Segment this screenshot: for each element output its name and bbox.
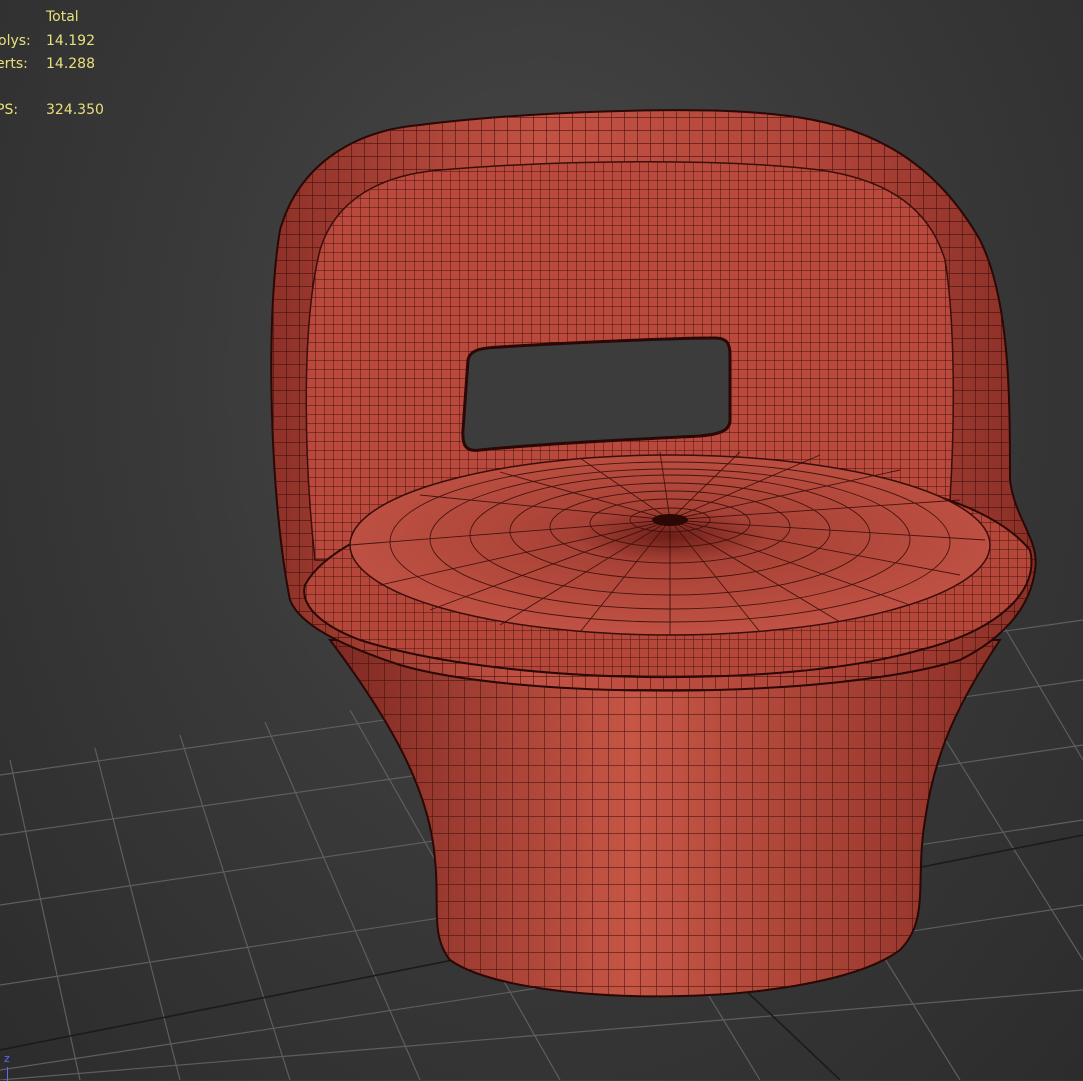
fps-label: PS: bbox=[0, 102, 19, 118]
z-axis-icon bbox=[7, 1067, 8, 1081]
polys-value: 14.192 bbox=[46, 33, 95, 49]
axis-gizmo: z bbox=[3, 1048, 17, 1081]
chair-base-wireframe bbox=[330, 640, 1000, 997]
verts-label: erts: bbox=[0, 56, 28, 72]
polys-label: olys: bbox=[0, 33, 31, 49]
viewport-statistics: Total olys: 14.192 erts: 14.288 PS: 324.… bbox=[0, 0, 130, 125]
chair-model[interactable] bbox=[270, 109, 1037, 998]
backrest-cutout bbox=[461, 336, 732, 452]
stats-header: Total bbox=[46, 9, 79, 25]
verts-value: 14.288 bbox=[46, 56, 95, 72]
viewport-3d[interactable] bbox=[0, 0, 1083, 1080]
z-axis-label: z bbox=[4, 1052, 10, 1065]
fps-value: 324.350 bbox=[46, 102, 104, 118]
seat-center-pole bbox=[652, 514, 688, 526]
